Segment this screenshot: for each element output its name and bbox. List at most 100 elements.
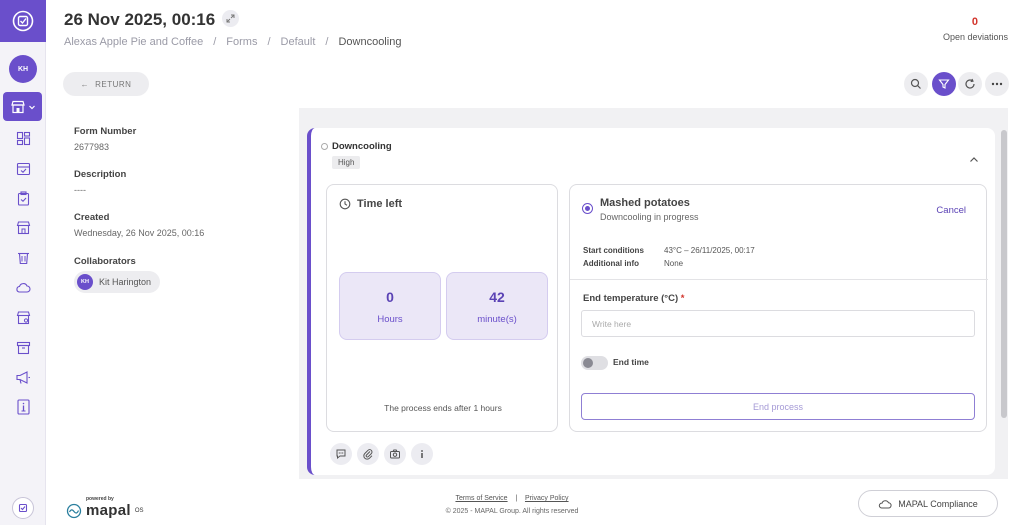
- more-horizontal-icon: [991, 82, 1003, 86]
- nav-calendar[interactable]: [13, 158, 33, 178]
- start-conditions-label: Start conditions: [583, 246, 644, 255]
- privacy-link[interactable]: Privacy Policy: [525, 495, 569, 502]
- open-deviations-label[interactable]: Open deviations: [943, 32, 1008, 42]
- task-radio[interactable]: [582, 203, 593, 214]
- filter-icon: [938, 79, 950, 89]
- storefront-icon: [10, 100, 25, 113]
- nav-info[interactable]: [13, 397, 33, 417]
- search-button[interactable]: [904, 72, 928, 96]
- collaborator-chip[interactable]: KH Kit Harington: [74, 271, 161, 293]
- breadcrumb-default[interactable]: Default: [281, 36, 316, 48]
- comment-icon: [336, 449, 346, 460]
- return-label: RETURN: [95, 79, 132, 89]
- clock-icon: [339, 197, 351, 215]
- expand-icon: [226, 14, 235, 23]
- hours-label: Hours: [377, 314, 403, 325]
- nav-dashboard[interactable]: [13, 128, 33, 148]
- cloud-icon: [879, 499, 892, 508]
- description-value: ----: [74, 185, 86, 195]
- refresh-button[interactable]: [958, 72, 982, 96]
- nav-archive[interactable]: [13, 337, 33, 357]
- sidebar: KH: [0, 0, 46, 525]
- additional-info-label: Additional info: [583, 259, 639, 268]
- required-marker: *: [680, 293, 685, 304]
- task-status: Downcooling in progress: [600, 212, 699, 222]
- page-title: 26 Nov 2025, 00:16: [64, 10, 216, 29]
- calendar-check-icon: [16, 162, 30, 175]
- nav-store-settings[interactable]: [13, 307, 33, 327]
- cloud-icon: [16, 282, 31, 293]
- end-temperature-label-text: End temperature (°C): [583, 293, 679, 304]
- divider: [570, 279, 988, 280]
- breadcrumb-current: Downcooling: [338, 36, 402, 48]
- start-conditions-value: 43°C – 26/11/2025, 00:17: [664, 246, 755, 255]
- dashboard-icon: [16, 131, 30, 145]
- info-icon: [421, 450, 423, 458]
- nav-locations[interactable]: [13, 217, 33, 237]
- breadcrumb-separator: /: [325, 36, 329, 48]
- card-title: Downcooling: [332, 141, 392, 152]
- breadcrumb-forms[interactable]: Forms: [226, 36, 257, 48]
- refresh-icon: [965, 78, 975, 89]
- downcooling-card: Downcooling High Time left 0 Hours 42 mi…: [307, 128, 995, 475]
- open-deviations-count[interactable]: 0: [972, 16, 978, 28]
- cancel-button[interactable]: Cancel: [936, 205, 966, 216]
- time-left-title: Time left: [357, 198, 403, 210]
- location-switcher-button[interactable]: [3, 92, 42, 121]
- priority-badge: High: [332, 156, 361, 169]
- end-time-label: End time: [613, 357, 649, 367]
- archive-icon: [16, 341, 30, 354]
- nav-tasks[interactable]: [13, 188, 33, 208]
- info-button[interactable]: [411, 443, 433, 465]
- terms-link[interactable]: Terms of Service: [455, 495, 507, 502]
- camera-icon: [390, 449, 400, 459]
- task-title: Mashed potatoes: [600, 197, 690, 209]
- toggle-knob: [583, 358, 593, 368]
- more-options-button[interactable]: [985, 72, 1009, 96]
- created-label: Created: [74, 212, 110, 223]
- avatar: KH: [77, 274, 93, 290]
- storefront-icon: [16, 220, 30, 234]
- form-number-value: 2677983: [74, 142, 110, 152]
- minutes-value: 42: [489, 289, 505, 305]
- breadcrumb-location[interactable]: Alexas Apple Pie and Coffee: [64, 36, 203, 48]
- collaborator-name: Kit Harington: [99, 277, 152, 287]
- chevron-up-icon: [970, 157, 978, 162]
- breadcrumb: Alexas Apple Pie and Coffee / Forms / De…: [64, 36, 401, 48]
- task-panel: Mashed potatoes Downcooling in progress …: [569, 184, 988, 432]
- user-avatar[interactable]: KH: [9, 55, 37, 83]
- minutes-label: minute(s): [477, 314, 517, 325]
- hours-box: 0 Hours: [339, 272, 441, 340]
- breadcrumb-separator: /: [267, 36, 271, 48]
- scrollbar[interactable]: [1001, 130, 1007, 418]
- camera-button[interactable]: [384, 443, 406, 465]
- end-process-button[interactable]: End process: [581, 393, 975, 420]
- expand-button[interactable]: [222, 10, 239, 27]
- app-logo[interactable]: [0, 0, 46, 42]
- clipboard-check-icon: [17, 190, 29, 206]
- end-temperature-label: End temperature (°C) *: [583, 293, 684, 304]
- return-button[interactable]: ← RETURN: [63, 72, 149, 96]
- comment-button[interactable]: [330, 443, 352, 465]
- breadcrumb-separator: /: [213, 36, 217, 48]
- nav-cloud[interactable]: [13, 277, 33, 297]
- nav-announcements[interactable]: [13, 367, 33, 387]
- end-time-toggle[interactable]: [581, 356, 608, 370]
- attach-button[interactable]: [357, 443, 379, 465]
- status-indicator: [321, 143, 328, 150]
- nav-waste[interactable]: [13, 247, 33, 267]
- megaphone-icon: [16, 370, 30, 384]
- hours-value: 0: [386, 289, 394, 305]
- store-settings-icon: [16, 310, 30, 324]
- filter-button[interactable]: [932, 72, 956, 96]
- paperclip-icon: [363, 449, 373, 460]
- collaborators-label: Collaborators: [74, 256, 136, 267]
- mapal-compliance-button[interactable]: MAPAL Compliance: [858, 490, 998, 517]
- collapse-button[interactable]: [969, 150, 979, 168]
- minutes-box: 42 minute(s): [446, 272, 548, 340]
- arrow-left-icon: ←: [80, 79, 90, 89]
- trash-icon: [17, 252, 29, 264]
- end-temperature-input[interactable]: [581, 310, 975, 337]
- info-document-icon: [16, 399, 30, 415]
- footer-separator: |: [515, 495, 518, 502]
